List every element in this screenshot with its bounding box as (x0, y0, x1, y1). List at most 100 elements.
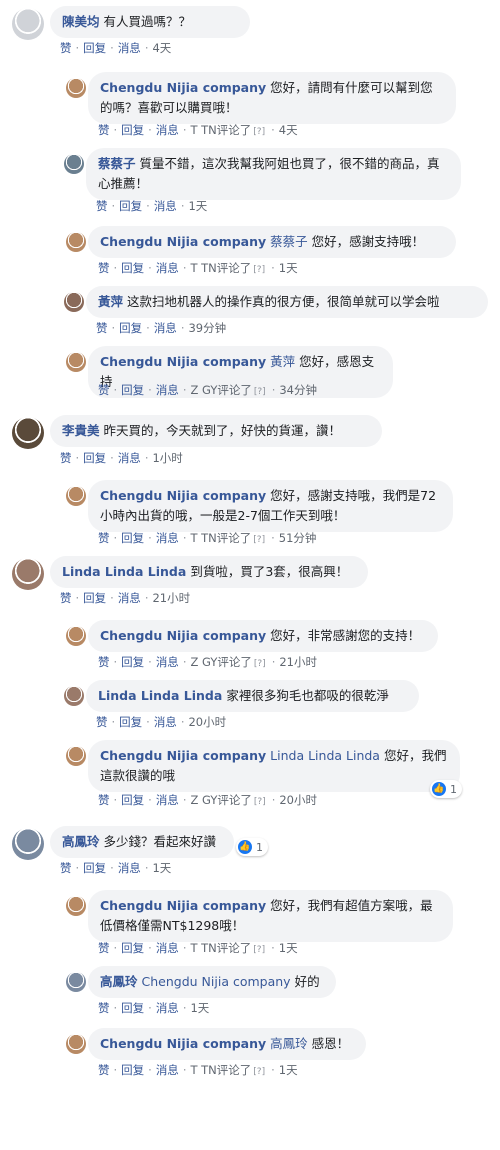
avatar[interactable] (64, 686, 84, 706)
mention-tag[interactable]: 蔡蔡子 (270, 234, 308, 249)
timestamp[interactable]: 4天 (279, 123, 298, 137)
like-button[interactable]: 赞 (60, 591, 72, 605)
avatar[interactable] (64, 292, 84, 312)
like-button[interactable]: 赞 (98, 383, 110, 397)
author-name[interactable]: Chengdu Nijia company (100, 898, 266, 913)
like-button[interactable]: 赞 (98, 793, 110, 807)
reaction-count[interactable]: 👍 1 (430, 780, 462, 798)
like-button[interactable]: 赞 (60, 41, 72, 55)
reply-button[interactable]: 回复 (121, 1063, 144, 1077)
like-button[interactable]: 赞 (98, 261, 110, 275)
mention-tag[interactable]: Linda Linda Linda (270, 748, 380, 763)
mention-tag[interactable]: Chengdu Nijia company (142, 974, 291, 989)
avatar[interactable] (66, 1034, 86, 1054)
message-button[interactable]: 消息 (156, 531, 179, 545)
timestamp[interactable]: 1天 (279, 941, 298, 955)
timestamp[interactable]: 1天 (279, 261, 298, 275)
reply-button[interactable]: 回复 (121, 123, 144, 137)
message-button[interactable]: 消息 (154, 199, 177, 213)
like-button[interactable]: 赞 (98, 1063, 110, 1077)
avatar[interactable] (12, 8, 44, 40)
avatar[interactable] (66, 486, 86, 506)
message-button[interactable]: 消息 (156, 261, 179, 275)
avatar[interactable] (64, 154, 84, 174)
message-button[interactable]: 消息 (156, 655, 179, 669)
timestamp[interactable]: 1小时 (152, 451, 182, 465)
author-name[interactable]: Linda Linda Linda (98, 688, 222, 703)
timestamp[interactable]: 20小时 (279, 793, 317, 807)
mention-tag[interactable]: 高鳳玲 (270, 1036, 308, 1051)
reply-button[interactable]: 回复 (119, 321, 142, 335)
timestamp[interactable]: 39分钟 (188, 321, 226, 335)
like-button[interactable]: 赞 (98, 123, 110, 137)
reply-button[interactable]: 回复 (121, 531, 144, 545)
author-name[interactable]: Chengdu Nijia company (100, 628, 266, 643)
message-button[interactable]: 消息 (156, 941, 179, 955)
like-button[interactable]: 赞 (98, 1001, 110, 1015)
message-button[interactable]: 消息 (156, 123, 179, 137)
timestamp[interactable]: 51分钟 (279, 531, 317, 545)
message-button[interactable]: 消息 (154, 321, 177, 335)
like-button[interactable]: 赞 (96, 321, 108, 335)
message-button[interactable]: 消息 (156, 1063, 179, 1077)
message-button[interactable]: 消息 (118, 591, 141, 605)
timestamp[interactable]: 1天 (279, 1063, 298, 1077)
author-name[interactable]: Chengdu Nijia company (100, 234, 266, 249)
avatar[interactable] (12, 417, 44, 449)
timestamp[interactable]: 1天 (152, 861, 171, 875)
avatar[interactable] (66, 78, 86, 98)
reply-button[interactable]: 回复 (121, 1001, 144, 1015)
like-button[interactable]: 赞 (98, 941, 110, 955)
reply-button[interactable]: 回复 (83, 591, 106, 605)
timestamp[interactable]: 20小时 (188, 715, 226, 729)
message-button[interactable]: 消息 (156, 793, 179, 807)
avatar[interactable] (66, 232, 86, 252)
author-name[interactable]: 黃萍 (98, 294, 123, 309)
author-name[interactable]: 高鳳玲 (62, 834, 100, 849)
message-button[interactable]: 消息 (156, 383, 179, 397)
reaction-count[interactable]: 👍 1 (236, 838, 268, 856)
like-button[interactable]: 赞 (60, 451, 72, 465)
author-name[interactable]: 李貴美 (62, 423, 100, 438)
author-name[interactable]: 高鳳玲 (100, 974, 138, 989)
avatar[interactable] (66, 626, 86, 646)
mention-tag[interactable]: 黃萍 (270, 354, 295, 369)
reply-button[interactable]: 回复 (119, 715, 142, 729)
like-button[interactable]: 赞 (96, 199, 108, 213)
avatar[interactable] (12, 558, 44, 590)
author-name[interactable]: 陳美均 (62, 14, 100, 29)
timestamp[interactable]: 1天 (188, 199, 207, 213)
like-button[interactable]: 赞 (98, 655, 110, 669)
timestamp[interactable]: 4天 (152, 41, 171, 55)
reply-button[interactable]: 回复 (121, 655, 144, 669)
timestamp[interactable]: 21小时 (279, 655, 317, 669)
reply-button[interactable]: 回复 (121, 383, 144, 397)
like-button[interactable]: 赞 (60, 861, 72, 875)
message-button[interactable]: 消息 (118, 41, 141, 55)
timestamp[interactable]: 21小时 (152, 591, 190, 605)
timestamp[interactable]: 1天 (190, 1001, 209, 1015)
author-name[interactable]: Chengdu Nijia company (100, 80, 266, 95)
timestamp[interactable]: 34分钟 (279, 383, 317, 397)
like-button[interactable]: 赞 (96, 715, 108, 729)
avatar[interactable] (12, 828, 44, 860)
message-button[interactable]: 消息 (156, 1001, 179, 1015)
avatar[interactable] (66, 352, 86, 372)
author-name[interactable]: Chengdu Nijia company (100, 748, 266, 763)
message-button[interactable]: 消息 (118, 451, 141, 465)
reply-button[interactable]: 回复 (83, 861, 106, 875)
reply-button[interactable]: 回复 (121, 793, 144, 807)
avatar[interactable] (66, 896, 86, 916)
author-name[interactable]: Chengdu Nijia company (100, 1036, 266, 1051)
author-name[interactable]: Chengdu Nijia company (100, 488, 266, 503)
avatar[interactable] (66, 972, 86, 992)
avatar[interactable] (66, 746, 86, 766)
reply-button[interactable]: 回复 (119, 199, 142, 213)
reply-button[interactable]: 回复 (83, 41, 106, 55)
author-name[interactable]: Chengdu Nijia company (100, 354, 266, 369)
author-name[interactable]: Linda Linda Linda (62, 564, 186, 579)
reply-button[interactable]: 回复 (121, 941, 144, 955)
message-button[interactable]: 消息 (154, 715, 177, 729)
reply-button[interactable]: 回复 (121, 261, 144, 275)
like-button[interactable]: 赞 (98, 531, 110, 545)
